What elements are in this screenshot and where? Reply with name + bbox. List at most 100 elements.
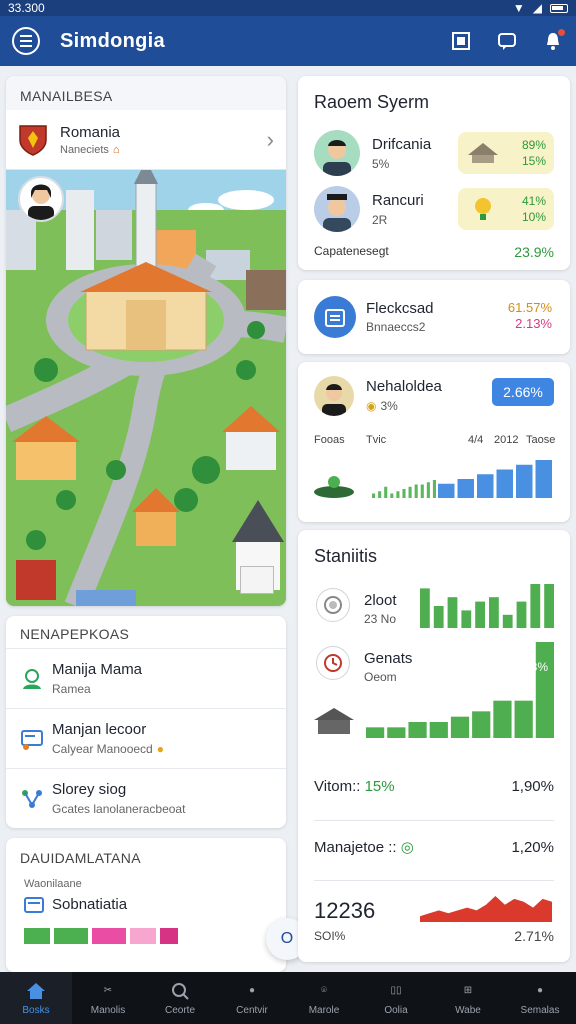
bar [535,642,554,738]
badge-value: 10% [521,210,546,224]
system-row[interactable]: Drifcania 5% 89% 15% [314,130,554,176]
bar [438,483,455,498]
bar [429,722,448,738]
dashboard-row[interactable]: Sobnatiatia [24,896,127,913]
chevron-right-icon: › [266,126,274,152]
lightbulb-icon [475,198,491,220]
divider [314,880,554,881]
stat-line-pct: 15% [364,778,395,795]
stat-foot-value: 2.71% [514,928,554,944]
dashboard-card: DAUIDAMLATANA Waonilaane Sobnatiatia [6,838,286,972]
bar [535,460,552,498]
bar [477,474,494,498]
stat-line[interactable]: Manajetoe :: ◎ 1,20% [314,838,554,857]
battery-icon [550,3,568,13]
system-row-badge: 89% 15% [458,132,554,174]
ready-sub: Bnnaeccs2 [366,320,426,334]
app-bar: Simdongia [0,16,576,66]
bar [530,584,541,628]
nav-item-profile[interactable]: ● Semalas [504,972,576,1024]
bar [372,493,376,498]
search-icon [169,981,191,1001]
stat-line-label: Manajetoe :: [314,839,397,856]
dashboard-label: Waonilaane [24,878,82,890]
nav-item-map[interactable]: ⌾ Marole [288,972,360,1024]
stat-item-name: 2loot [364,592,397,609]
stats-area-chart [420,896,552,922]
nav-label: Ceorte [164,1004,195,1016]
system-row-sub: 2R [372,212,388,227]
list-item-sub: Calyear Manooecd [52,742,153,756]
id-card-icon [21,729,43,750]
list-item[interactable]: Slorey siog Gcates lanolaneracbeoat [6,768,286,828]
mini-map-icon[interactable] [240,566,274,594]
calendar-icon [314,296,356,338]
clock-icon [316,646,350,680]
bar [426,482,430,498]
bar [493,700,512,738]
ready-title: Fleckcsad [366,300,434,317]
bar [516,601,527,628]
document-icon [24,896,44,913]
nav-item-tools[interactable]: ✂ Manolis [72,972,144,1024]
coin-icon: ◉ [366,399,377,413]
nav-label: Bosks [22,1004,50,1016]
progress-segment [24,928,50,944]
system-card: Raoem Syerm Drifcania 5% 89% 15% Rancuri… [298,76,570,270]
bar [516,464,533,498]
bar [433,606,444,628]
stat-line[interactable]: Vitom:: 15% 1,90% [314,778,554,795]
bottom-nav: Bosks ✂ Manolis Ceorte ● Centvir ⌾ Marol… [0,972,576,1024]
bar [472,711,491,738]
list-item-title: Manjan lecoor [52,721,147,738]
book-icon: ▯▯ [390,985,402,996]
manager-sub: 3% [380,399,398,413]
chat-icon[interactable] [496,30,518,52]
menu-button[interactable] [12,27,40,55]
ready-card[interactable]: Fleckcsad Bnnaeccs2 61.57% 2.13% [298,280,570,354]
bar [408,486,412,498]
list-item-sub: Gcates lanolaneracbeoat [52,802,186,816]
grid-icon: ⊞ [463,985,473,996]
coin-icon [316,588,350,622]
badge-value: 15% [521,154,546,168]
city-map-illustration[interactable] [6,170,286,606]
official-avatar [314,130,360,176]
bar [384,486,388,498]
stat-foot-label: SOI% [314,929,346,943]
status-time: 33.300 [8,1,45,15]
scan-icon[interactable] [450,30,472,52]
nav-item-grid[interactable]: ⊞ Wabe [432,972,504,1024]
system-row[interactable]: Rancuri 2R 41% 10% [314,186,554,232]
system-footer-label: Capatenesegt [314,244,389,258]
stat-line-label: Vitom:: [314,778,361,795]
stat-big-value: 12236 [314,898,376,923]
bar [402,489,406,498]
system-row-sub: 5% [372,156,390,171]
region-name: Romania [60,123,121,141]
stat-item-sub: Oeom [364,670,397,684]
network-icon [22,789,42,808]
bar [489,597,499,628]
manager-badge[interactable]: 2.66% [492,378,554,406]
list-item[interactable]: Manjan lecoor Calyear Manooecd ● [6,708,286,768]
wifi-icon: ◢ [532,1,542,15]
nav-item-home[interactable]: Bosks [0,972,72,1024]
list-item-sub: Ramea [52,682,91,696]
badge-value: 41% [521,194,546,208]
nav-item-search[interactable]: Ceorte [144,972,216,1024]
axis-label: Fooas [314,434,345,446]
stat-line-value: 1,20% [511,838,554,856]
badge-value: 89% [521,138,546,152]
nav-item-messages[interactable]: ● Centvir [216,972,288,1024]
ready-value-secondary: 2.13% [515,316,552,331]
list-item[interactable]: Manija Mama Ramea [6,648,286,708]
manager-avatar [314,376,354,416]
nav-label: Centvir [236,1004,268,1016]
system-row-name: Drifcania [372,135,432,153]
notification-icon[interactable] [542,29,565,52]
profile-avatar[interactable] [18,176,64,222]
status-bar: 33.300 ▼ ◢ [0,0,576,16]
region-selector[interactable]: Romania Naneciets ⌂ › [6,110,286,170]
nav-item-library[interactable]: ▯▯ Oolia [360,972,432,1024]
